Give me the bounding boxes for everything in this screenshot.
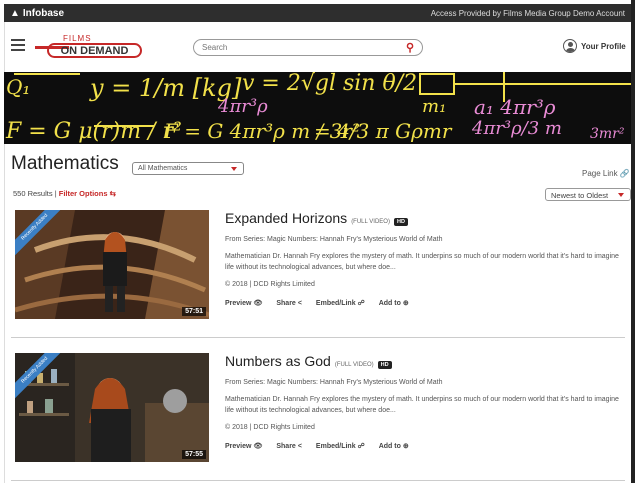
filter-options-button[interactable]: Filter Options ⇆ [59, 189, 116, 198]
top-bar: ▲ Infobase Access Provided by Films Medi… [4, 4, 631, 22]
embed-link-button[interactable]: Embed/Link ☍ [315, 299, 365, 308]
math-formulas-graphic: Q₁ y = 1/m [kg] v = 2√gl sin θ/2 m₁ 4πr³… [4, 72, 631, 144]
page-title: Mathematics [11, 153, 119, 174]
films-on-demand-logo[interactable]: FILMS ON DEMAND [35, 34, 145, 60]
share-label: Share [276, 442, 296, 450]
formula-row1-e: 4πr³ρ [217, 96, 268, 117]
share-label: Share [276, 299, 296, 307]
full-video-label: (FULL VIDEO) [351, 219, 390, 225]
embed-link-button[interactable]: Embed/Link ☍ [315, 442, 365, 451]
preview-label: Preview [225, 299, 252, 307]
profile-label: Your Profile [581, 41, 626, 51]
subject-dropdown[interactable]: All Mathematics [132, 162, 244, 175]
chevron-down-icon [231, 167, 237, 171]
page-link-label: Page Link [582, 169, 618, 178]
access-provided-text: Access Provided by Films Media Group Dem… [430, 8, 625, 18]
full-video-label: (FULL VIDEO) [334, 362, 374, 368]
infobase-brand[interactable]: ▲ Infobase [10, 8, 64, 19]
series-link[interactable]: From Series: Magic Numbers: Hannah Fry's… [225, 379, 625, 386]
video-actions: Preview 👁 Share < Embed/Link ☍ Add to ⊕ [225, 442, 625, 451]
add-to-button[interactable]: Add to ⊕ [378, 442, 409, 451]
laboratory-scene-graphic [15, 353, 209, 462]
formula-row1-c: v = 2√gl sin θ/2 [242, 72, 417, 96]
site-header: FILMS ON DEMAND ⚲ Your Profile [4, 22, 631, 72]
chevron-down-icon [618, 193, 624, 197]
video-title-link[interactable]: Expanded Horizons [225, 210, 347, 226]
staircase-scene-graphic [15, 210, 209, 319]
math-banner: Q₁ y = 1/m [kg] v = 2√gl sin θ/2 m₁ 4πr³… [4, 72, 631, 144]
filter-icon: ⇆ [109, 189, 116, 198]
filter-options-label: Filter Options [58, 189, 108, 198]
result-divider [11, 480, 625, 481]
hd-badge: HD [393, 218, 408, 226]
eye-icon: 👁 [253, 443, 263, 450]
video-description: Mathematician Dr. Hannah Fry explores th… [225, 253, 619, 271]
formula-row2-e: 3mr² [590, 126, 625, 142]
results-count: 550 Results | [13, 189, 57, 198]
logo-films-text: FILMS [63, 34, 92, 43]
video-info: Expanded Horizons (FULL VIDEO) HD From S… [225, 210, 625, 307]
formula-row1-a: Q₁ [6, 75, 30, 99]
search-icon[interactable]: ⚲ [406, 41, 414, 54]
search-input[interactable] [202, 43, 406, 52]
results-summary: 550 Results | Filter Options ⇆ [13, 189, 116, 198]
copyright-text: © 2018 | DCD Rights Limited [225, 281, 315, 288]
preview-label: Preview [225, 442, 252, 450]
formula-row2-d: 4πr³ρ/3 m [471, 118, 562, 139]
main-content: Mathematics All Mathematics Page Link 🔗 … [4, 144, 631, 483]
series-link[interactable]: From Series: Magic Numbers: Hannah Fry's… [225, 236, 625, 243]
infobase-logo-icon: ▲ [10, 7, 20, 19]
sort-dropdown[interactable]: Newest to Oldest [545, 188, 631, 201]
formula-row1-d: m₁ [422, 96, 446, 117]
share-icon: < [297, 299, 302, 307]
logo-ondemand-text: ON DEMAND [47, 43, 142, 58]
add-to-label: Add to [378, 442, 401, 450]
share-button[interactable]: Share < [276, 299, 302, 307]
infobase-label: Infobase [22, 7, 65, 19]
embed-label: Embed/Link [315, 299, 356, 307]
video-thumbnail[interactable]: Recently Added 57:55 [15, 353, 209, 462]
share-icon: < [297, 442, 302, 450]
embed-label: Embed/Link [315, 442, 356, 450]
page-link-button[interactable]: Page Link 🔗 [582, 169, 630, 178]
formula-row1-f: a₁ 4πr³ρ [474, 95, 556, 119]
window-edge [631, 0, 635, 483]
subject-dropdown-value: All Mathematics [138, 165, 188, 172]
link-icon: ☍ [357, 443, 365, 450]
user-avatar-icon [563, 39, 577, 53]
video-actions: Preview 👁 Share < Embed/Link ☍ Add to ⊕ [225, 299, 625, 308]
video-info: Numbers as God (FULL VIDEO) HD From Seri… [225, 353, 625, 450]
share-button[interactable]: Share < [276, 442, 302, 450]
eye-icon: 👁 [253, 300, 263, 307]
search-bar[interactable]: ⚲ [193, 39, 423, 56]
video-result-card: Recently Added 57:51 Expanded Horizons (… [15, 210, 625, 322]
video-result-card: Recently Added 57:55 Numbers as God (FUL… [15, 353, 625, 465]
result-divider [11, 337, 625, 338]
preview-button[interactable]: Preview 👁 [225, 442, 263, 451]
formula-row2-c: = 4/3 π Gρmr [314, 119, 453, 143]
video-title-link[interactable]: Numbers as God [225, 353, 331, 369]
link-icon: ☍ [357, 300, 365, 307]
add-to-button[interactable]: Add to ⊕ [378, 299, 409, 308]
hamburger-menu-icon[interactable] [11, 39, 25, 51]
video-thumbnail[interactable]: Recently Added 57:51 [15, 210, 209, 319]
plus-circle-icon: ⊕ [402, 300, 409, 307]
hd-badge: HD [377, 361, 392, 369]
video-duration: 57:55 [182, 450, 206, 459]
video-description: Mathematician Dr. Hannah Fry explores th… [225, 396, 619, 414]
link-icon: 🔗 [619, 169, 630, 178]
profile-button[interactable]: Your Profile [563, 39, 626, 53]
formula-row2-a: F = G μ(r)m / r² [5, 119, 182, 144]
preview-button[interactable]: Preview 👁 [225, 299, 263, 308]
add-to-label: Add to [378, 299, 401, 307]
plus-circle-icon: ⊕ [402, 443, 409, 450]
sort-dropdown-value: Newest to Oldest [551, 191, 609, 200]
video-duration: 57:51 [182, 307, 206, 316]
copyright-text: © 2018 | DCD Rights Limited [225, 424, 315, 431]
